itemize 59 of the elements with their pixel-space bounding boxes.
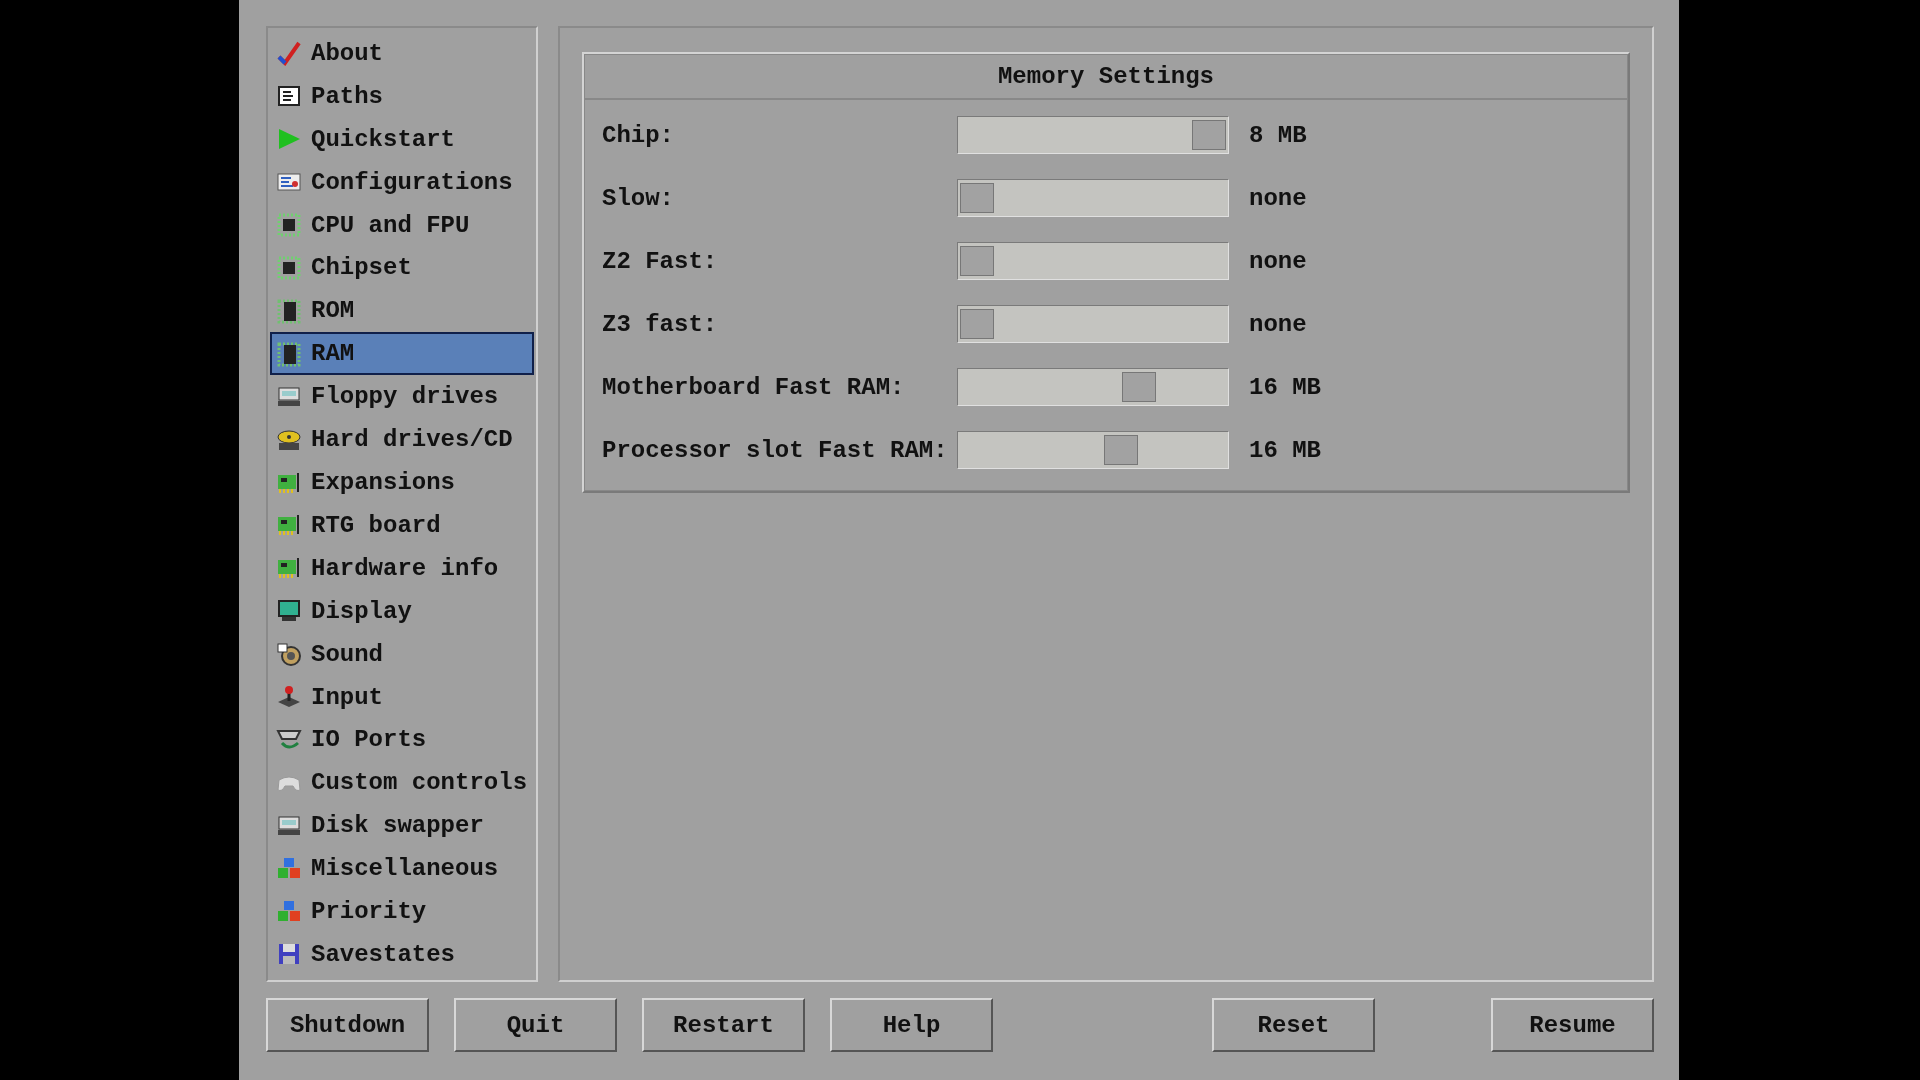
chip-icon <box>276 212 302 239</box>
sidebar-item[interactable]: Disk swapper <box>270 804 534 848</box>
slider-thumb[interactable] <box>1122 372 1157 402</box>
sidebar-item[interactable]: IO Ports <box>270 718 534 762</box>
action-button[interactable]: Restart <box>642 998 805 1052</box>
memory-chip-icon <box>276 297 302 324</box>
slider-label: Z3 fast: <box>602 310 719 338</box>
slider-value: none <box>1249 310 1307 338</box>
sidebar-item[interactable]: Display <box>270 589 534 633</box>
memory-slider[interactable] <box>957 242 1229 280</box>
sidebar-item[interactable]: ROM <box>270 289 534 333</box>
sidebar-item[interactable]: Expansions <box>270 461 534 504</box>
memory-slider[interactable] <box>957 431 1229 469</box>
slider-thumb[interactable] <box>1103 435 1138 465</box>
sidebar-item[interactable]: Hard drives/CD <box>270 418 534 462</box>
sidebar-item[interactable]: Savestates <box>270 933 534 976</box>
sidebar-item[interactable]: Paths <box>270 74 534 118</box>
sidebar-item[interactable]: Chipset <box>270 246 534 290</box>
sidebar-item[interactable]: Sound <box>270 632 534 676</box>
slider-value: 8 MB <box>1249 121 1307 149</box>
memory-chip-icon <box>276 340 302 367</box>
memory-slider[interactable] <box>957 179 1229 217</box>
memory-slider[interactable] <box>957 305 1229 343</box>
slider-value: 16 MB <box>1249 436 1321 464</box>
chip-icon <box>276 255 302 281</box>
slider-value: 16 MB <box>1249 373 1321 401</box>
action-button[interactable]: Reset <box>1212 998 1375 1052</box>
sidebar-item[interactable]: Input <box>270 675 534 719</box>
slider-thumb[interactable] <box>960 183 994 213</box>
sidebar-item[interactable]: Hardware info <box>270 546 534 590</box>
sidebar-item[interactable]: Priority <box>270 890 534 934</box>
action-button[interactable]: Help <box>830 998 993 1052</box>
speaker-icon <box>276 641 302 668</box>
slider-value: none <box>1249 184 1307 212</box>
slider-label: Z2 Fast: <box>602 247 719 275</box>
sidebar-item[interactable]: Quickstart <box>270 117 534 161</box>
memory-slider[interactable] <box>957 368 1229 406</box>
sidebar-item[interactable]: Floppy drives <box>270 375 534 419</box>
action-button[interactable]: Resume <box>1491 998 1654 1052</box>
slider-value: none <box>1249 247 1307 275</box>
sidebar-item[interactable]: Configurations <box>270 160 534 204</box>
slider-label: Processor slot Fast RAM: <box>602 436 949 464</box>
frame-title: Memory Settings <box>997 62 1214 90</box>
action-button[interactable]: Quit <box>454 998 617 1052</box>
slider-thumb[interactable] <box>960 246 994 276</box>
action-button[interactable]: Shutdown <box>266 998 429 1052</box>
sidebar-item[interactable]: Custom controls <box>270 761 534 805</box>
sidebar-item[interactable]: RAM <box>270 332 534 376</box>
memory-slider[interactable] <box>957 116 1229 154</box>
slider-thumb[interactable] <box>960 309 994 339</box>
checkmark-icon <box>276 40 302 67</box>
sidebar-item[interactable]: RTG board <box>270 503 534 547</box>
sidebar-item[interactable]: CPU and FPU <box>270 203 534 247</box>
slider-label: Motherboard Fast RAM: <box>602 373 906 401</box>
sidebar-item[interactable]: Miscellaneous <box>270 847 534 891</box>
slider-label: Chip: <box>602 121 675 149</box>
slider-label: Slow: <box>602 184 675 212</box>
sidebar-item[interactable]: About <box>270 32 534 75</box>
slider-thumb[interactable] <box>1192 120 1226 150</box>
